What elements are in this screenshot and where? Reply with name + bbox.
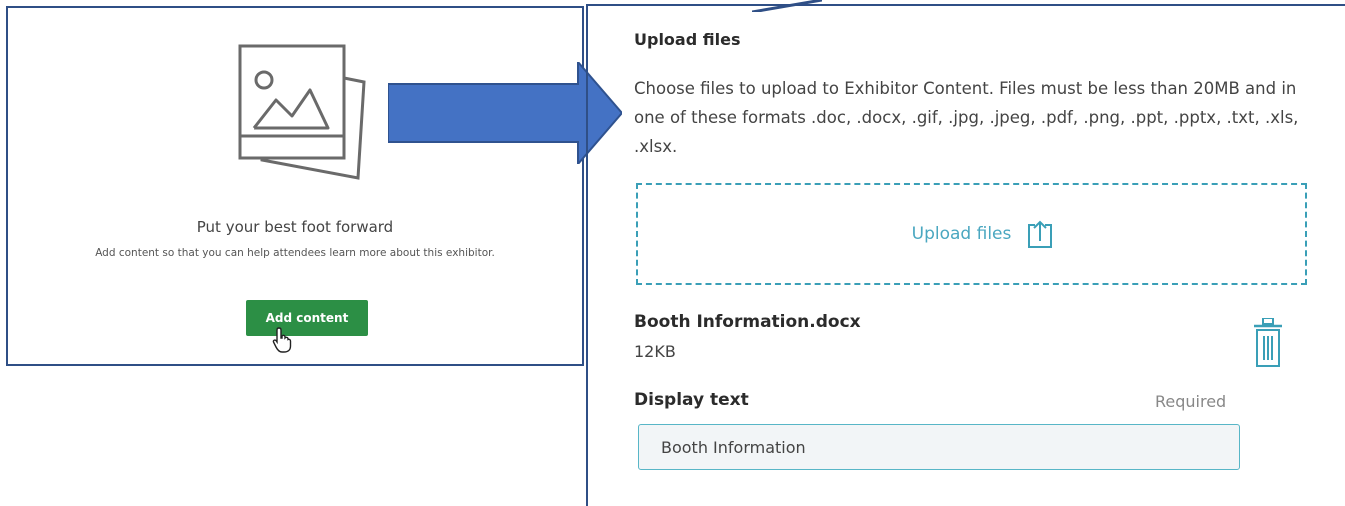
- upload-title: Upload files: [634, 30, 741, 49]
- empty-state-panel: Put your best foot forward Add content s…: [6, 6, 584, 366]
- empty-state-title: Put your best foot forward: [196, 218, 394, 236]
- upload-description: Choose files to upload to Exhibitor Cont…: [634, 79, 1299, 156]
- upload-icon: [1028, 220, 1053, 248]
- file-size: 12KB: [634, 342, 676, 361]
- display-text-input[interactable]: [638, 424, 1240, 470]
- required-label: Required: [1155, 392, 1227, 411]
- add-content-button[interactable]: Add content: [246, 300, 368, 336]
- image-placeholder-icon: [238, 44, 366, 180]
- trash-icon[interactable]: [1253, 318, 1283, 370]
- file-name: Booth Information.docx: [634, 312, 861, 332]
- decorative-stroke: [752, 0, 822, 12]
- pointer-cursor-icon: [272, 327, 292, 353]
- display-text-label: Display text: [634, 390, 749, 410]
- upload-dropzone[interactable]: Upload files: [636, 183, 1307, 285]
- empty-state-description: Add content so that you can help attende…: [95, 247, 495, 259]
- dropzone-label: Upload files: [911, 224, 1012, 244]
